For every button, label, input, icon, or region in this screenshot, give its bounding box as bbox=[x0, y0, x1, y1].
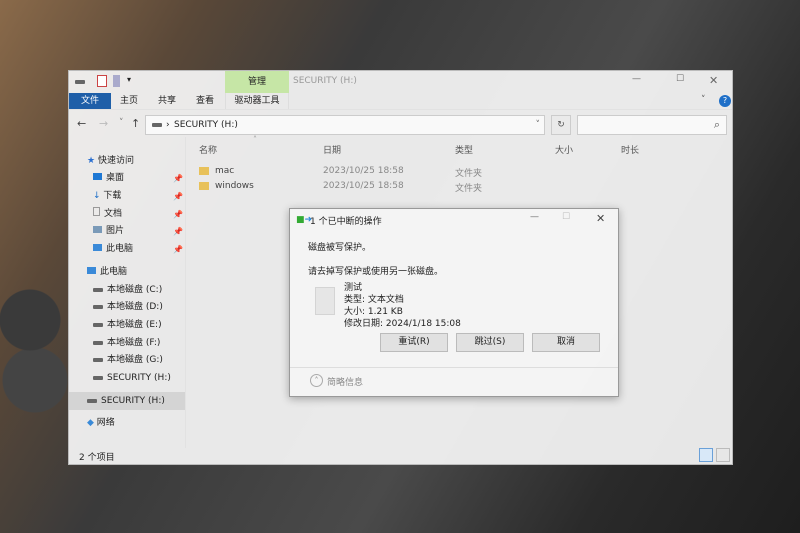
large-icons-view-icon[interactable] bbox=[716, 448, 730, 462]
folder-icon bbox=[199, 181, 209, 190]
minimize-button[interactable]: — bbox=[632, 74, 641, 84]
column-header-type[interactable]: 类型 bbox=[455, 143, 473, 156]
pin-icon[interactable]: 📌 bbox=[173, 210, 183, 219]
drive-icon bbox=[93, 304, 103, 309]
drive-icon bbox=[93, 340, 103, 345]
sidebar-item-desktop[interactable]: 桌面 bbox=[93, 170, 124, 186]
forward-button[interactable]: → bbox=[99, 117, 108, 130]
file-date: 2023/10/25 18:58 bbox=[323, 166, 404, 176]
drive-icon bbox=[87, 398, 97, 403]
title-bar: ▾ 管理 SECURITY (H:) — ☐ ✕ bbox=[69, 71, 732, 93]
refresh-button[interactable]: ↻ bbox=[551, 115, 571, 135]
details-view-icon[interactable] bbox=[699, 448, 713, 462]
pictures-icon bbox=[93, 226, 102, 233]
sidebar-item-quick-access[interactable]: ★ 快速访问 bbox=[87, 153, 134, 169]
sidebar-item-drive-h[interactable]: SECURITY (H:) bbox=[93, 370, 171, 386]
file-modified-date: 修改日期: 2024/1/18 15:08 bbox=[344, 319, 461, 329]
error-hint: 请去掉写保护或使用另一张磁盘。 bbox=[308, 267, 444, 277]
drive-icon bbox=[93, 287, 103, 292]
file-row[interactable]: mac bbox=[199, 166, 234, 176]
address-path: SECURITY (H:) bbox=[174, 120, 238, 130]
sidebar-item-documents[interactable]: 文档 bbox=[93, 206, 122, 222]
desktop-icon bbox=[93, 173, 102, 180]
computer-icon bbox=[93, 244, 102, 251]
column-header-date[interactable]: 日期 bbox=[323, 143, 341, 156]
computer-icon bbox=[87, 267, 96, 274]
window-title: SECURITY (H:) bbox=[293, 76, 357, 86]
sidebar-item-drive-e[interactable]: 本地磁盘 (E:) bbox=[93, 317, 162, 333]
manage-context-tab[interactable]: 管理 bbox=[225, 71, 289, 93]
cancel-button[interactable]: 取消 bbox=[532, 333, 600, 352]
sidebar-item-pictures[interactable]: 图片 bbox=[93, 223, 124, 239]
back-button[interactable]: ← bbox=[77, 117, 86, 130]
file-type: 文件夹 bbox=[455, 169, 483, 179]
pin-icon[interactable]: 📌 bbox=[173, 227, 183, 236]
sidebar-item-network[interactable]: ◆ 网络 bbox=[87, 415, 115, 431]
file-type: 文件夹 bbox=[455, 184, 483, 194]
drive-icon bbox=[152, 123, 162, 127]
skip-button[interactable]: 跳过(S) bbox=[456, 333, 524, 352]
sidebar-item-this-pc-quick[interactable]: 此电脑 bbox=[93, 241, 133, 257]
collapse-details-icon[interactable]: ˄ bbox=[310, 374, 323, 387]
error-message: 磁盘被写保护。 bbox=[308, 243, 372, 253]
sidebar-item-drive-c[interactable]: 本地磁盘 (C:) bbox=[93, 282, 162, 298]
sidebar-item-drive-d[interactable]: 本地磁盘 (D:) bbox=[93, 299, 163, 315]
tab-drive-tools[interactable]: 驱动器工具 bbox=[225, 93, 289, 109]
fewer-details-link[interactable]: 简略信息 bbox=[327, 375, 363, 388]
drive-icon bbox=[93, 322, 103, 327]
dialog-close-button[interactable]: ✕ bbox=[596, 212, 605, 225]
pin-icon[interactable]: 📌 bbox=[173, 192, 183, 201]
interrupted-operation-dialog: ■➜ 1 个已中断的操作 — ☐ ✕ 磁盘被写保护。 请去掉写保护或使用另一张磁… bbox=[289, 208, 619, 397]
retry-button[interactable]: 重试(R) bbox=[380, 333, 448, 352]
sidebar-item-drive-g[interactable]: 本地磁盘 (G:) bbox=[93, 352, 163, 368]
file-date: 2023/10/25 18:58 bbox=[323, 181, 404, 191]
drive-icon bbox=[93, 375, 103, 380]
breadcrumb-chevron-icon: › bbox=[166, 120, 170, 130]
close-button[interactable]: ✕ bbox=[709, 74, 718, 87]
star-icon: ★ bbox=[87, 156, 96, 166]
dialog-title: 1 个已中断的操作 bbox=[310, 217, 382, 227]
new-folder-icon[interactable] bbox=[113, 75, 120, 87]
drive-icon bbox=[75, 80, 85, 84]
search-icon[interactable]: ⌕ bbox=[714, 118, 720, 132]
network-icon: ◆ bbox=[87, 418, 94, 428]
search-input[interactable]: ⌕ bbox=[577, 115, 727, 135]
maximize-button[interactable]: ☐ bbox=[676, 74, 684, 84]
sidebar-item-security-selected[interactable]: SECURITY (H:) bbox=[69, 392, 185, 410]
download-icon: ↓ bbox=[93, 191, 101, 201]
tab-home[interactable]: 主页 bbox=[111, 93, 147, 109]
column-header-duration[interactable]: 时长 bbox=[621, 143, 639, 156]
up-button[interactable]: ↑ bbox=[131, 117, 140, 130]
column-header-name[interactable]: 名称 bbox=[199, 143, 217, 156]
document-icon bbox=[93, 207, 100, 216]
properties-icon[interactable] bbox=[97, 75, 107, 87]
tab-file[interactable]: 文件 bbox=[69, 93, 111, 109]
sidebar-item-this-pc[interactable]: 此电脑 bbox=[87, 264, 127, 280]
sort-ascending-icon: ˄ bbox=[253, 135, 257, 144]
drive-icon bbox=[93, 357, 103, 362]
address-dropdown-icon[interactable]: ˅ bbox=[536, 116, 541, 134]
pin-icon[interactable]: 📌 bbox=[173, 174, 183, 183]
file-row[interactable]: windows bbox=[199, 181, 254, 191]
dialog-minimize-button[interactable]: — bbox=[530, 212, 539, 222]
tab-view[interactable]: 查看 bbox=[187, 93, 223, 109]
chevron-down-icon[interactable]: ˅ bbox=[701, 95, 706, 105]
pin-icon[interactable]: 📌 bbox=[173, 245, 183, 254]
sidebar-item-drive-f[interactable]: 本地磁盘 (F:) bbox=[93, 335, 160, 351]
folder-icon bbox=[199, 166, 209, 175]
recent-locations-button[interactable]: ˅ bbox=[119, 118, 124, 128]
sidebar-item-downloads[interactable]: ↓ 下载 bbox=[93, 188, 121, 204]
tab-share[interactable]: 共享 bbox=[149, 93, 185, 109]
dialog-maximize-button: ☐ bbox=[562, 212, 571, 222]
text-file-icon bbox=[315, 287, 335, 315]
status-item-count: 2 个项目 bbox=[79, 453, 115, 463]
address-bar[interactable]: › SECURITY (H:) ˅ bbox=[145, 115, 545, 135]
help-icon[interactable]: ? bbox=[719, 95, 731, 107]
column-header-size[interactable]: 大小 bbox=[555, 143, 573, 156]
customize-toolbar-icon[interactable]: ▾ bbox=[127, 75, 131, 84]
